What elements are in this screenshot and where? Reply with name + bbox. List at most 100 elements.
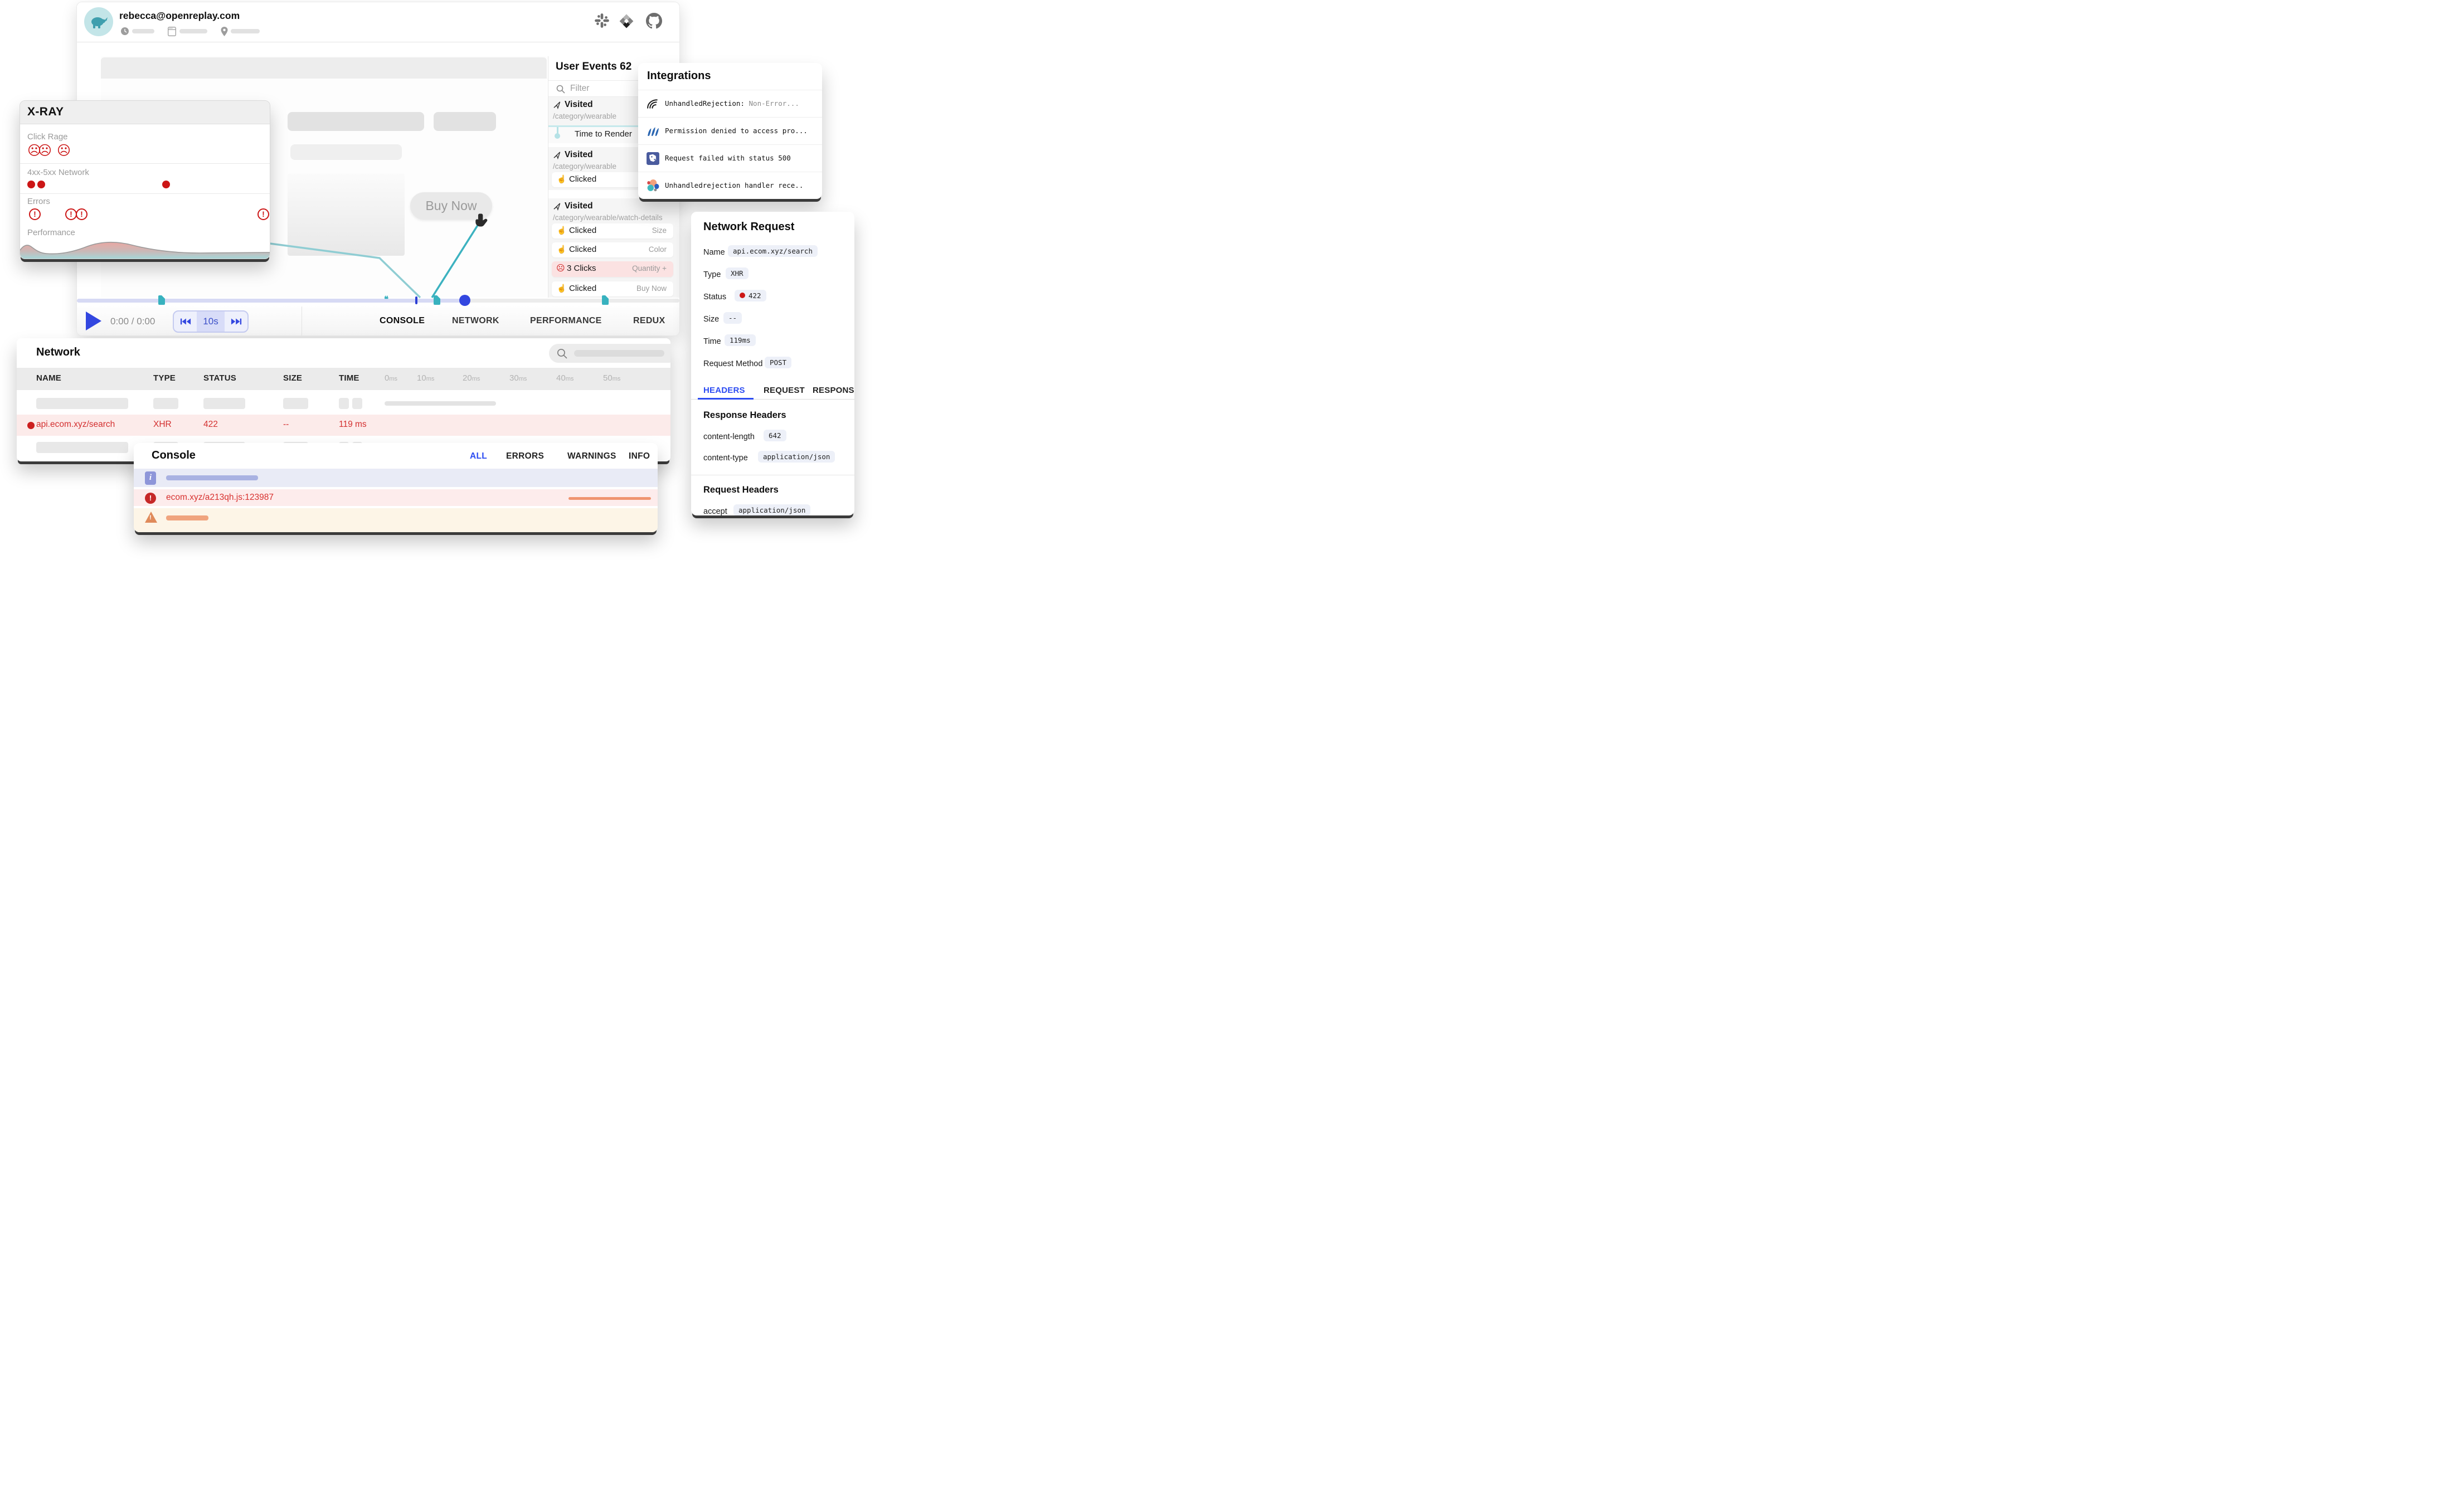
integration-item[interactable]: UnhandledRejection: Non-Error... <box>638 90 822 117</box>
console-warning-row[interactable] <box>134 507 658 532</box>
error-marker-icon[interactable]: ! <box>29 208 41 220</box>
status-error-dot <box>740 293 745 298</box>
timeline-issue-tick <box>415 296 417 304</box>
network-error-row[interactable]: api.ecom.xyz/search XHR 422 -- 119 ms <box>17 415 670 436</box>
error-icon: ! <box>145 493 156 504</box>
network-search-input[interactable] <box>549 344 670 363</box>
integrations-window: Integrations UnhandledRejection: Non-Err… <box>638 63 822 199</box>
rage-face-icon[interactable]: ☹ <box>57 143 71 159</box>
play-button[interactable] <box>86 312 101 330</box>
visited-icon <box>553 202 561 211</box>
skip-interval-label[interactable]: 10s <box>197 312 225 332</box>
tab-performance[interactable]: PERFORMANCE <box>530 316 602 326</box>
console-tab-warnings[interactable]: WARNINGS <box>567 451 616 461</box>
rage-click-event-card[interactable]: ☹ 3 Clicks Quantity + <box>552 261 673 277</box>
tab-redux[interactable]: REDUX <box>633 316 665 326</box>
request-size-value: -- <box>723 312 742 324</box>
clicked-event-card[interactable]: ☝ Clicked Size <box>552 223 673 239</box>
rage-face-icon[interactable]: ☹ <box>38 143 52 159</box>
timeline-event-marker[interactable] <box>158 295 165 305</box>
github-icon[interactable] <box>646 13 662 29</box>
error-marker-icon[interactable]: ! <box>257 208 269 220</box>
skip-back-button[interactable] <box>174 312 197 332</box>
click-hand-icon: ☝ <box>557 284 566 293</box>
integration-error-type: Permission denied to access pro... <box>665 126 808 135</box>
xray-window: X-RAY Click Rage ☹ ☹ ☹ 4xx-5xx Network E… <box>20 100 270 259</box>
console-tab-all[interactable]: ALL <box>470 451 487 461</box>
tab-network[interactable]: NETWORK <box>452 316 499 326</box>
skeleton-block <box>290 144 402 160</box>
integration-item[interactable]: Permission denied to access pro... <box>638 117 822 144</box>
skip-back-icon <box>180 318 191 325</box>
console-info-row[interactable]: i <box>134 469 658 487</box>
error-row-size: -- <box>283 420 289 430</box>
click-rage-label: Click Rage <box>27 132 68 142</box>
col-size[interactable]: SIZE <box>283 373 302 383</box>
console-title: Console <box>152 449 196 462</box>
error-marker-icon[interactable]: ! <box>65 208 77 220</box>
connector-dot <box>555 133 560 139</box>
event-label: Clicked <box>569 245 596 254</box>
tab-headers[interactable]: HEADERS <box>703 386 745 395</box>
clicked-event-card[interactable]: ☝ Clicked Color <box>552 242 673 257</box>
slack-icon[interactable] <box>594 13 610 28</box>
timeline-playhead[interactable] <box>459 295 470 306</box>
event-detail: Quantity + <box>632 264 667 273</box>
sentry-icon <box>646 97 660 111</box>
search-placeholder-bar <box>574 350 664 357</box>
error-marker-icon[interactable]: ! <box>76 208 88 220</box>
col-name[interactable]: NAME <box>36 373 61 383</box>
skeleton-block <box>288 112 424 131</box>
tab-response[interactable]: RESPONSE <box>813 386 854 395</box>
col-type[interactable]: TYPE <box>153 373 176 383</box>
skip-control: 10s <box>173 310 249 333</box>
request-method-value: POST <box>765 357 791 368</box>
click-hand-icon: ☝ <box>557 174 566 184</box>
field-label-name: Name <box>703 248 725 257</box>
integration-error-type: UnhandledRejection: <box>665 99 745 108</box>
network-request-title: Network Request <box>703 221 794 233</box>
network-table-header: NAME TYPE STATUS SIZE TIME 0ms 10ms 20ms… <box>17 368 670 390</box>
network-error-dot[interactable] <box>37 181 45 188</box>
header-value: application/json <box>758 451 835 463</box>
network-error-dot[interactable] <box>27 181 35 188</box>
console-error-row[interactable]: ! ecom.xyz/a213qh.js:123987 <box>134 488 658 506</box>
response-headers-title: Response Headers <box>703 410 786 421</box>
time-to-render-label: Time to Render <box>575 129 632 139</box>
browser-icon <box>168 27 176 36</box>
info-icon: i <box>145 471 156 485</box>
error-row-status: 422 <box>203 420 218 430</box>
integration-item[interactable]: Request failed with status 500 <box>638 144 822 172</box>
integration-message: UnhandledRejection: Non-Error... <box>665 99 799 108</box>
skip-forward-button[interactable] <box>225 312 247 332</box>
session-timeline[interactable]: ❝ <box>77 294 679 306</box>
col-status[interactable]: STATUS <box>203 373 236 383</box>
avatar <box>84 7 113 36</box>
xray-title: X-RAY <box>27 105 64 119</box>
jira-icon[interactable] <box>618 13 635 30</box>
network-error-dot[interactable] <box>162 181 170 188</box>
divider <box>20 163 270 164</box>
console-tab-info[interactable]: INFO <box>629 451 650 461</box>
integration-message: Request failed with status 500 <box>665 154 791 162</box>
event-label: 3 Clicks <box>567 264 596 273</box>
col-time[interactable]: TIME <box>339 373 359 383</box>
player-controls-bar: 0:00 / 0:00 10s CONSOLE NET <box>77 306 679 336</box>
log-placeholder-bar <box>166 475 258 480</box>
event-type: Visited <box>565 201 593 211</box>
divider <box>20 193 270 194</box>
network-request-window: Network Request Name api.ecom.xyz/search… <box>691 212 854 515</box>
openreplay-session-composite: rebecca@openreplay.com <box>0 0 858 528</box>
user-email: rebecca@openreplay.com <box>119 10 240 22</box>
page-banner-skeleton <box>101 57 547 79</box>
timeline-event-marker[interactable] <box>602 295 609 305</box>
console-tab-errors[interactable]: ERRORS <box>506 451 544 461</box>
tab-console[interactable]: CONSOLE <box>380 316 425 326</box>
event-group[interactable]: Visited /category/wearable/watch-details… <box>548 198 680 298</box>
request-status-chip: 422 <box>735 290 766 301</box>
tab-request[interactable]: REQUEST <box>764 386 805 395</box>
clock-icon <box>120 27 129 36</box>
scale-20ms: 20ms <box>463 373 480 383</box>
integration-item[interactable]: Unhandledrejection handler rece.. <box>638 172 822 199</box>
timeline-event-marker[interactable] <box>434 295 440 305</box>
